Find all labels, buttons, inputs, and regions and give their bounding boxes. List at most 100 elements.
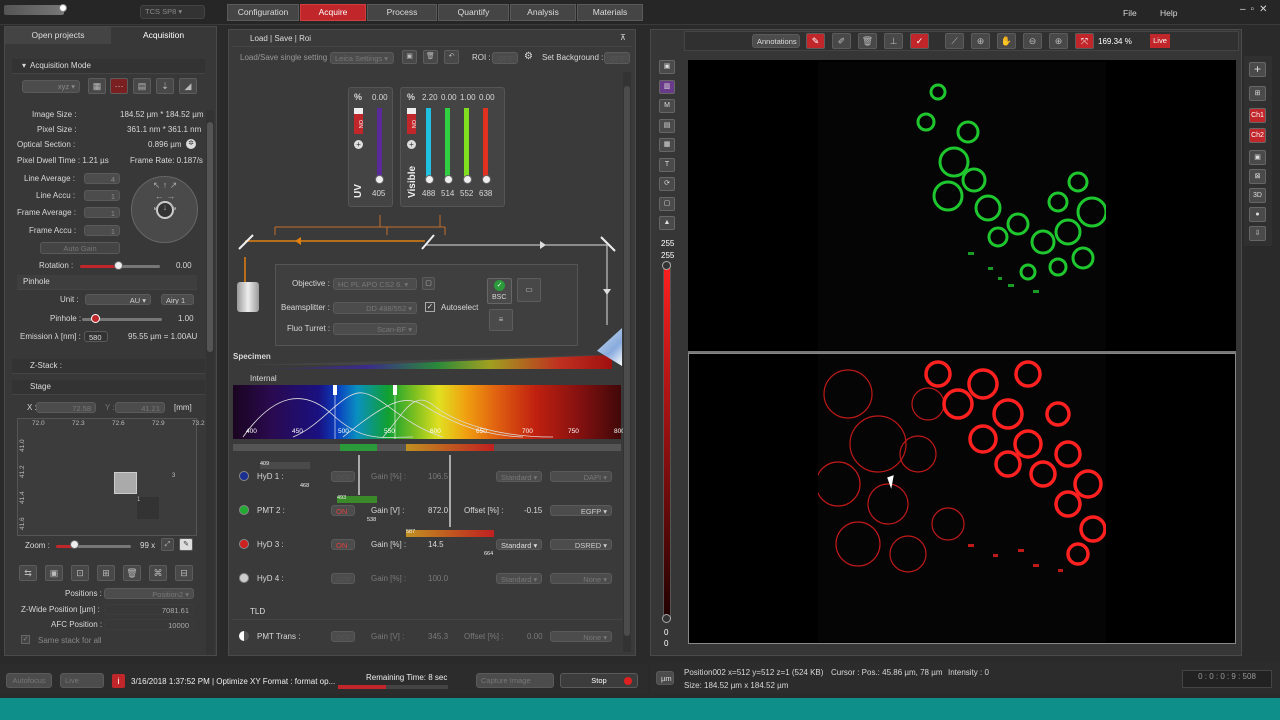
overlay-icon[interactable]: ▣ — [1249, 150, 1266, 165]
detector-toggle[interactable]: OFF — [331, 471, 355, 482]
detector-band[interactable] — [406, 530, 494, 537]
detector-gain-value[interactable]: 14.5 — [428, 540, 444, 549]
workflow-tab-quantify[interactable]: Quantify — [438, 4, 509, 21]
viewer-tool-icon[interactable]: ▤ — [659, 118, 675, 133]
autofocus-button[interactable]: Autofocus — [6, 673, 52, 688]
workflow-tab-acquire[interactable]: Acquire — [300, 4, 366, 21]
sphere-icon[interactable]: ● — [1249, 207, 1266, 222]
ch1-button[interactable]: Ch1 — [1249, 108, 1266, 123]
roi-settings-icon[interactable]: ⚙ — [524, 51, 533, 62]
pinhole-knob[interactable] — [91, 314, 100, 323]
draw-roi-icon[interactable]: ✎ — [806, 33, 825, 49]
zoom-slider[interactable] — [56, 545, 131, 548]
fit-icon[interactable]: ⤢ — [161, 538, 174, 551]
layout-icon[interactable]: ⊞ — [1249, 86, 1266, 101]
left-scrollbar-thumb[interactable] — [207, 122, 213, 352]
add-icon[interactable]: + — [1249, 62, 1266, 77]
viewer-tool-icon[interactable]: ▦ — [659, 138, 675, 152]
uv-slider-track[interactable] — [377, 108, 382, 178]
spectral-icon[interactable]: ≡ — [489, 309, 513, 331]
stage-header[interactable]: Stage — [12, 380, 205, 395]
detector-toggle[interactable]: ON — [331, 505, 355, 516]
uv-on-switch[interactable]: ON — [354, 108, 363, 134]
measure-icon[interactable]: ⊥ — [884, 33, 903, 49]
same-stack-checkbox[interactable]: ✓ — [21, 635, 30, 644]
emission-input[interactable]: 580 — [84, 331, 108, 342]
pmt-trans-gain[interactable]: 345.3 — [428, 632, 448, 641]
objective-select[interactable]: HC PL APO CS2 6. ▾ — [333, 278, 417, 290]
load-save-header[interactable]: Load | Save | Roi — [232, 32, 632, 47]
visible-on-switch[interactable]: ON — [407, 108, 416, 134]
viewer-tool-icon[interactable]: ▲ — [659, 216, 675, 230]
workflow-tab-configuration[interactable]: Configuration — [227, 4, 299, 21]
visible-slider-track[interactable] — [483, 108, 488, 178]
lut-knob-top[interactable] — [662, 261, 671, 270]
autoselect-checkbox[interactable]: ✓ — [425, 302, 435, 312]
export-icon[interactable]: ⇩ — [1249, 226, 1266, 241]
frame-accu-spinner[interactable]: 1 — [84, 225, 120, 236]
alert-icon[interactable]: i — [112, 674, 125, 688]
confirm-icon[interactable]: ✓ — [910, 33, 929, 49]
capture-button[interactable]: Capture Image — [476, 673, 554, 688]
zwide-value[interactable]: 7081.61 — [104, 604, 194, 615]
detector-dye-select[interactable]: None ▾ — [550, 573, 612, 584]
objective-info-icon[interactable]: ▢ — [422, 277, 435, 290]
3d-button[interactable]: 3D — [1249, 188, 1266, 203]
viewer-tool-icon[interactable]: ⟳ — [659, 177, 675, 191]
workflow-tab-analysis[interactable]: Analysis — [510, 4, 576, 21]
viewer-tool-icon[interactable]: M — [659, 99, 675, 113]
stage-x-input[interactable]: 72.58 — [36, 402, 96, 413]
detector-gain-value[interactable]: 106.5 — [428, 472, 448, 481]
mode-xyz-icon[interactable]: ▦ — [88, 78, 106, 94]
help-menu[interactable]: Help — [1160, 8, 1177, 18]
center-scrollbar-thumb[interactable] — [624, 86, 630, 636]
pmt-trans-offset[interactable]: 0.00 — [527, 632, 543, 641]
stage-tile[interactable] — [114, 472, 137, 494]
delete-roi-icon[interactable]: 🗑 — [858, 33, 877, 49]
tab-open-projects[interactable]: Open projects — [5, 27, 111, 44]
pin-icon[interactable]: ⊼ — [620, 33, 626, 42]
detector-offset-value[interactable]: -0.15 — [524, 506, 542, 515]
system-select[interactable]: TCS SP8 ▾ — [140, 5, 205, 19]
zoom-in-icon[interactable]: ⊕ — [1049, 33, 1068, 49]
detector-dye-select[interactable]: DAPI ▾ — [550, 471, 612, 482]
detector-gain-value[interactable]: 100.0 — [428, 574, 448, 583]
pmt-trans-toggle[interactable]: OFF — [331, 631, 355, 642]
unit-toggle[interactable]: µm — [656, 671, 674, 685]
stage-mark-icon[interactable]: ⊡ — [71, 565, 89, 581]
roi-toggle[interactable]: OFF — [492, 52, 518, 64]
airy-button[interactable]: Airy 1 — [161, 294, 194, 305]
fit-screen-icon[interactable]: ⤧ — [1075, 33, 1094, 49]
visible-slider-track[interactable] — [464, 108, 469, 178]
detector-toggle[interactable]: ON — [331, 539, 355, 550]
stage-y-input[interactable]: 41.21 — [115, 402, 165, 413]
mode-point-icon[interactable]: ◢ — [179, 78, 197, 94]
frame-average-spinner[interactable]: 1 — [84, 207, 120, 218]
detector-mode-select[interactable]: Standard ▾ — [496, 539, 542, 550]
mode-lambda-icon[interactable]: ⇣ — [156, 78, 174, 94]
visible-slider-track[interactable] — [426, 108, 431, 178]
detector-mode-select[interactable]: Standard ▾ — [496, 471, 542, 482]
detector-dye-select[interactable]: DSRED ▾ — [550, 539, 612, 550]
uv-add-icon[interactable]: + — [354, 140, 363, 149]
line-profile-icon[interactable]: ⟋ — [945, 33, 964, 49]
rotation-knob[interactable] — [114, 261, 123, 270]
stage-more-icon[interactable]: ⊟ — [175, 565, 193, 581]
stage-move-icon[interactable]: ⇆ — [19, 565, 37, 581]
detector-mode-select[interactable]: Standard ▾ — [496, 573, 542, 584]
stage-map[interactable] — [17, 418, 197, 536]
bg-toggle[interactable]: OFF — [604, 52, 630, 64]
mode-xzy-icon[interactable]: ⋯ — [110, 78, 128, 94]
viewer-tool-icon[interactable]: ▣ — [659, 60, 675, 74]
acq-mode-select[interactable]: xyz ▾ — [22, 80, 80, 93]
viewer-tool-icon[interactable]: T — [659, 157, 675, 172]
file-menu[interactable]: File — [1123, 8, 1137, 18]
afc-value[interactable]: 10000 — [104, 619, 194, 630]
settings-gear-icon[interactable]: ✲ — [186, 139, 196, 149]
stage-tile-icon[interactable]: ⊞ — [97, 565, 115, 581]
zoom-out-icon[interactable]: ⊖ — [1023, 33, 1042, 49]
stage-link-icon[interactable]: ⌘ — [149, 565, 167, 581]
pan-hand-icon[interactable]: ✋ — [997, 33, 1016, 49]
visible-add-icon[interactable]: + — [407, 140, 416, 149]
rotation-value[interactable]: 0.00 — [176, 261, 192, 270]
